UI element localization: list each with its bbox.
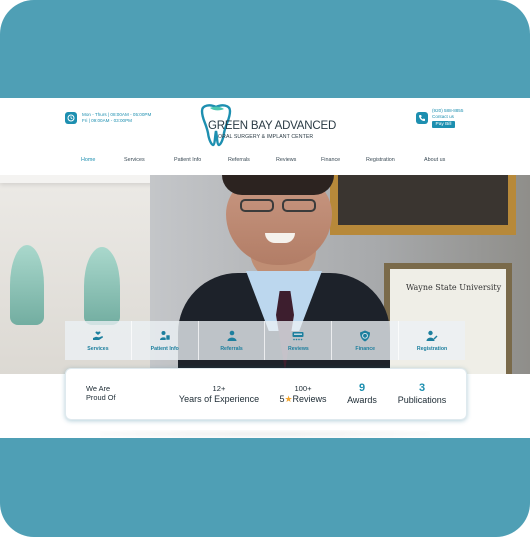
hand-heart-icon	[92, 330, 104, 342]
service-item-registration[interactable]: Registration	[399, 321, 465, 360]
service-item-patient-info[interactable]: Patient Info	[132, 321, 199, 360]
clock-icon	[65, 112, 77, 124]
diploma-title: Wayne State University	[406, 283, 502, 292]
service-item-reviews[interactable]: Reviews	[265, 321, 333, 360]
stats-card: We Are Proud Of 12+ Years of Experience …	[65, 368, 467, 420]
website: Mon - Thurs | 08:00AM - 05:00PM Fri | 09…	[0, 98, 530, 438]
nav-finance[interactable]: Finance	[321, 157, 340, 163]
star-icon: ★	[284, 394, 293, 404]
trophy-right	[84, 247, 120, 325]
registration-icon	[426, 330, 438, 342]
contact-us-link[interactable]: Contact us	[432, 114, 463, 120]
proud-line-1: We Are	[86, 384, 111, 393]
nav-services[interactable]: Services	[124, 157, 145, 163]
stat-label: Reviews	[292, 394, 327, 404]
service-label: Finance	[355, 345, 376, 352]
main-nav: Home Services Patient Info Referrals Rev…	[0, 157, 530, 169]
stat-label: Years of Experience	[178, 394, 260, 404]
stat-number: 9	[358, 382, 366, 394]
device-frame: Mon - Thurs | 08:00AM - 05:00PM Fri | 09…	[0, 0, 530, 537]
nav-home[interactable]: Home	[81, 157, 95, 163]
nav-about-us[interactable]: About us	[424, 157, 445, 163]
stat-number: 12+	[212, 384, 226, 393]
service-label: Referrals	[220, 345, 243, 352]
nav-referrals[interactable]: Referrals	[228, 157, 250, 163]
service-item-referrals[interactable]: Referrals	[199, 321, 266, 360]
glasses	[236, 199, 322, 213]
stat-label: Awards	[347, 395, 377, 405]
pay-bill-button[interactable]: Pay Bill	[432, 121, 455, 128]
logo-subtitle: ORAL SURGERY & IMPLANT CENTER	[218, 134, 314, 140]
stat-label: Publications	[397, 395, 447, 405]
phone-icon	[416, 112, 428, 124]
service-item-services[interactable]: Services	[65, 321, 132, 360]
stat-reviews: 100+ 5★Reviews	[274, 384, 332, 405]
stat-publications: 3 Publications	[394, 382, 450, 406]
logo-name: GREEN BAY ADVANCED	[208, 120, 337, 132]
service-label: Services	[87, 345, 109, 352]
nav-reviews[interactable]: Reviews	[276, 157, 296, 163]
stat-experience: 12+ Years of Experience	[178, 384, 260, 405]
office-hours: Mon - Thurs | 08:00AM - 05:00PM Fri | 09…	[65, 112, 151, 124]
service-bar: Services Patient Info Referrals Reviews	[65, 321, 465, 360]
stat-awards: 9 Awards	[342, 382, 382, 406]
stat-number: 3	[418, 382, 426, 394]
stat-number: 100+	[294, 384, 312, 393]
nav-registration[interactable]: Registration	[366, 157, 395, 163]
service-label: Patient Info	[150, 345, 179, 352]
service-label: Registration	[416, 345, 448, 352]
reviews-icon	[292, 330, 304, 342]
hours-line-2: Fri | 09:00AM - 03:00PM	[82, 118, 132, 123]
dollar-shield-icon	[359, 330, 371, 342]
proud-heading: We Are Proud Of	[86, 384, 116, 402]
service-label: Reviews	[288, 345, 309, 352]
contact-block: (920) 588-8855 Contact us Pay Bill	[416, 108, 463, 128]
doctor-icon	[226, 330, 238, 342]
logo[interactable]: GREEN BAY ADVANCED ORAL SURGERY & IMPLAN…	[196, 103, 336, 149]
shadow	[100, 430, 430, 438]
patient-info-icon	[159, 330, 171, 342]
trophy-left	[10, 245, 44, 325]
framed-picture-top	[330, 175, 516, 235]
service-item-finance[interactable]: Finance	[332, 321, 400, 360]
proud-line-2: Proud Of	[86, 393, 116, 402]
nav-patient-info[interactable]: Patient Info	[174, 157, 201, 163]
